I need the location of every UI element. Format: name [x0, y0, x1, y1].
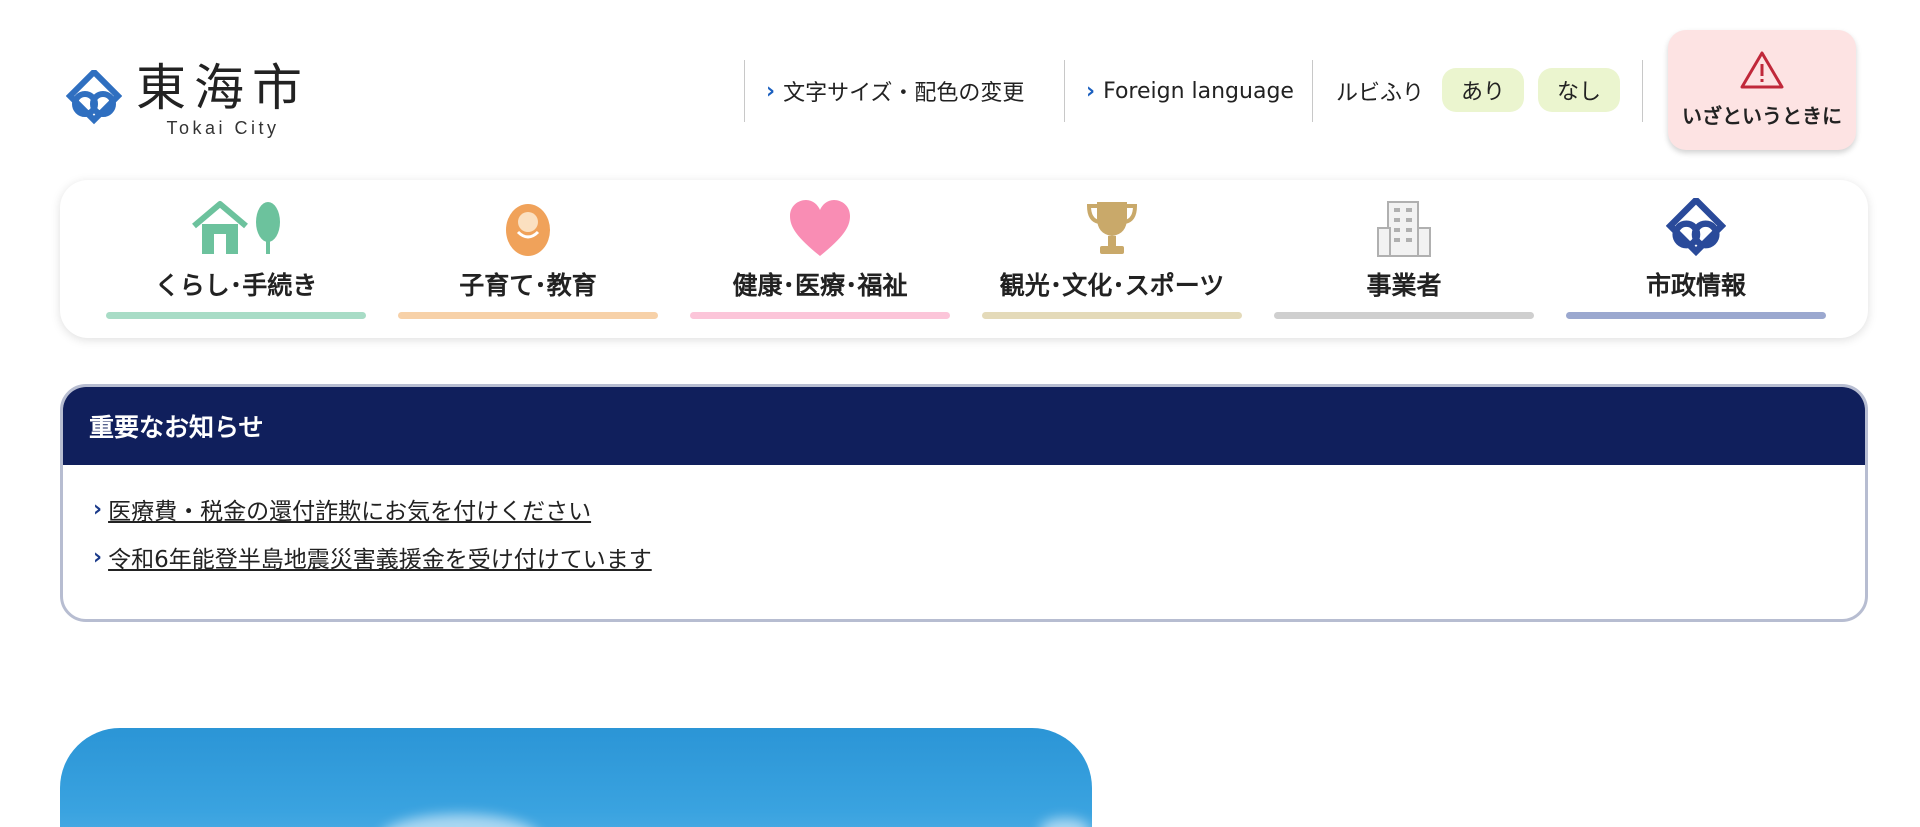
nav-underline	[106, 312, 366, 319]
list-item: › 医療費・税金の還付詐欺にお気を付けください	[93, 485, 1865, 533]
ruby-on-button[interactable]: あり	[1442, 68, 1524, 112]
nav-label: 事業者	[1366, 271, 1442, 300]
nav-item-health[interactable]: 健康･医療･福祉	[690, 180, 950, 338]
notice-link[interactable]: 令和6年能登半島地震災害義援金を受け付けています	[108, 540, 652, 574]
nav-item-city-admin[interactable]: 市政情報	[1566, 180, 1826, 338]
emergency-button[interactable]: いざというときに	[1668, 30, 1856, 150]
house-tree-icon	[192, 201, 280, 254]
ruby-off-button[interactable]: なし	[1538, 68, 1620, 112]
emergency-label: いざというときに	[1682, 104, 1842, 128]
warning-icon	[1740, 51, 1784, 89]
chevron-right-icon: ›	[93, 496, 103, 522]
notice-link[interactable]: 医療費・税金の還付詐欺にお気を付けください	[108, 492, 591, 526]
nav-label: 健康･医療･福祉	[732, 271, 908, 300]
nav-underline	[1274, 312, 1534, 319]
divider	[744, 60, 745, 122]
baby-icon	[506, 204, 550, 256]
notice-list: › 医療費・税金の還付詐欺にお気を付けください › 令和6年能登半島地震災害義援…	[63, 465, 1865, 581]
divider	[1312, 60, 1313, 122]
logo-name-en: Tokai City	[166, 118, 280, 138]
building-icon	[1377, 201, 1431, 257]
nav-label: 市政情報	[1645, 271, 1746, 300]
chevron-right-icon: ›	[1086, 78, 1096, 104]
nav-underline	[398, 312, 658, 319]
nav-item-business[interactable]: 事業者	[1274, 180, 1534, 338]
trophy-icon	[1086, 202, 1138, 254]
ruby-label: ルビふり	[1336, 81, 1425, 106]
city-emblem-icon	[66, 70, 122, 125]
chevron-right-icon: ›	[93, 544, 103, 570]
chevron-right-icon: ›	[766, 78, 776, 104]
text-size-color-link[interactable]: › 文字サイズ・配色の変更	[766, 74, 1024, 108]
nav-label: 観光･文化･スポーツ	[999, 271, 1225, 300]
list-item: › 令和6年能登半島地震災害義援金を受け付けています	[93, 533, 1865, 581]
notice-title: 重要なお知らせ	[63, 387, 1865, 465]
nav-item-tourism[interactable]: 観光･文化･スポーツ	[982, 180, 1242, 338]
nav-underline	[1566, 312, 1826, 319]
site-logo[interactable]: 東海市 Tokai City	[66, 60, 310, 139]
nav-underline	[982, 312, 1242, 319]
important-notice: 重要なお知らせ › 医療費・税金の還付詐欺にお気を付けください › 令和6年能登…	[60, 384, 1868, 622]
nav-item-living[interactable]: くらし･手続き	[106, 180, 366, 338]
divider	[1642, 60, 1643, 122]
hero-image	[60, 728, 1092, 827]
nav-label: 子育て･教育	[459, 271, 597, 300]
foreign-language-link[interactable]: › Foreign language	[1086, 74, 1294, 108]
nav-underline	[690, 312, 950, 319]
heart-icon	[790, 200, 850, 256]
main-nav: くらし･手続き 子育て･教育 健康･医療･福祉 観光･文化･スポーツ 事業者 市…	[60, 180, 1868, 338]
site-header: 東海市 Tokai City › 文字サイズ・配色の変更 › Foreign l…	[0, 0, 1920, 170]
nav-label: くらし･手続き	[154, 271, 318, 300]
logo-name-jp: 東海市	[136, 59, 310, 117]
divider	[1064, 60, 1065, 122]
city-emblem-icon	[1666, 198, 1726, 257]
nav-item-childcare[interactable]: 子育て･教育	[398, 180, 658, 338]
